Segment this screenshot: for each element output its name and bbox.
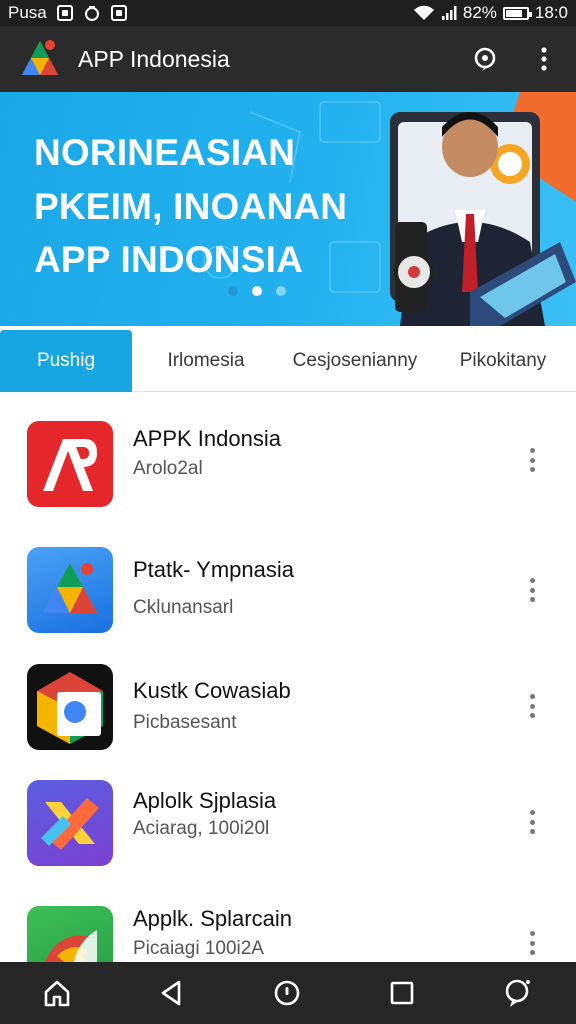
app-title: APPK Indonsia [133, 426, 281, 451]
camera-notification-icon [84, 6, 99, 21]
app-purple-x-icon [27, 780, 113, 866]
banner-pagination [228, 286, 286, 296]
app-title: APP Indonesia [78, 45, 230, 72]
profile-icon[interactable] [502, 977, 534, 1009]
back-icon[interactable] [157, 978, 187, 1008]
clock: 18:0 [534, 3, 568, 22]
carrier-label: Pusa [8, 3, 47, 22]
home-icon[interactable] [42, 978, 72, 1008]
list-item[interactable]: Ptatk- Ympnasia Cklunansarl [0, 517, 576, 637]
search-chat-icon [474, 47, 496, 71]
banner-line-2: PKEIM, INOANAN [34, 185, 348, 227]
more-vert-icon[interactable] [522, 691, 542, 721]
more-vert-icon [541, 47, 547, 71]
app-bar: APP Indonesia [0, 26, 576, 92]
banner-line-3: APP INDONSIA [34, 239, 303, 281]
assistant-icon[interactable] [272, 978, 302, 1008]
list-item[interactable]: Applk. Splarcain Picaiagi 100i2A [0, 878, 576, 962]
app-title: Kustk Cowasiab [133, 678, 291, 703]
promo-banner[interactable]: NORINEASIAN PKEIM, INOANAN APP INDONSIA [0, 92, 576, 326]
app-subtitle: Cklunansarl [133, 597, 234, 618]
app-chrome-hex-icon [27, 664, 113, 750]
app-title: Aplolk Sjplasia [133, 788, 277, 813]
image-notification-icon [110, 5, 127, 21]
tab-pushig[interactable]: Pushig [0, 330, 132, 392]
battery-icon [502, 6, 532, 20]
banner-headline: NORINEASIAN PKEIM, INOANAN APP INDONSIA [34, 126, 347, 287]
category-tabs: Pushig Irlomesia Cesjosenianny Pikokitan… [0, 330, 576, 392]
more-vert-icon[interactable] [522, 807, 542, 837]
more-vert-icon[interactable] [522, 575, 542, 605]
app-subtitle: Picaiagi 100i2A [133, 938, 264, 959]
status-bar: Pusa 82% 18:0 [0, 0, 576, 26]
app-subtitle: Arolo2al [133, 458, 203, 479]
more-vert-icon[interactable] [522, 928, 542, 958]
app-subtitle: Aciarag, 100i20l [133, 818, 270, 839]
app-red-a-icon [27, 421, 113, 507]
status-left: Pusa [8, 3, 127, 23]
banner-line-1: NORINEASIAN [34, 132, 296, 173]
battery-fill [505, 9, 522, 17]
battery-percent: 82% [462, 3, 497, 22]
app-bar-actions [472, 45, 558, 73]
wifi-icon [413, 5, 434, 20]
list-item[interactable]: Kustk Cowasiab Picbasesant [0, 636, 576, 756]
more-options-button[interactable] [530, 45, 558, 73]
system-nav-bar [0, 962, 576, 1024]
pagination-dot[interactable] [228, 286, 238, 296]
tab-irlomesia[interactable]: Irlomesia [132, 330, 280, 392]
app-blue-triangle-icon [27, 547, 113, 633]
app-title: Applk. Splarcain [133, 906, 292, 931]
pagination-dot[interactable] [276, 286, 286, 296]
list-item[interactable]: APPK Indonsia Arolo2al [0, 392, 576, 512]
list-item[interactable]: Aplolk Sjplasia Aciarag, 100i20l [0, 752, 576, 872]
triangle-logo-icon[interactable] [18, 37, 62, 81]
more-vert-icon[interactable] [522, 445, 542, 475]
signal-icon [441, 6, 457, 20]
notification-icon [56, 5, 73, 21]
app-green-leaf-icon [27, 906, 113, 962]
app-subtitle: Picbasesant [133, 712, 237, 733]
app-title: Ptatk- Ympnasia [133, 557, 295, 582]
recents-icon[interactable] [387, 978, 417, 1008]
pagination-dot[interactable] [252, 286, 262, 296]
tab-cesjosenianny[interactable]: Cesjosenianny [280, 330, 430, 392]
tab-pikokitany[interactable]: Pikokitany [430, 330, 576, 392]
status-right: 82% 18:0 [413, 3, 568, 23]
app-list: APPK Indonsia Arolo2al Ptatk- Ympnasia C… [0, 392, 576, 962]
search-chat-button[interactable] [472, 45, 500, 73]
